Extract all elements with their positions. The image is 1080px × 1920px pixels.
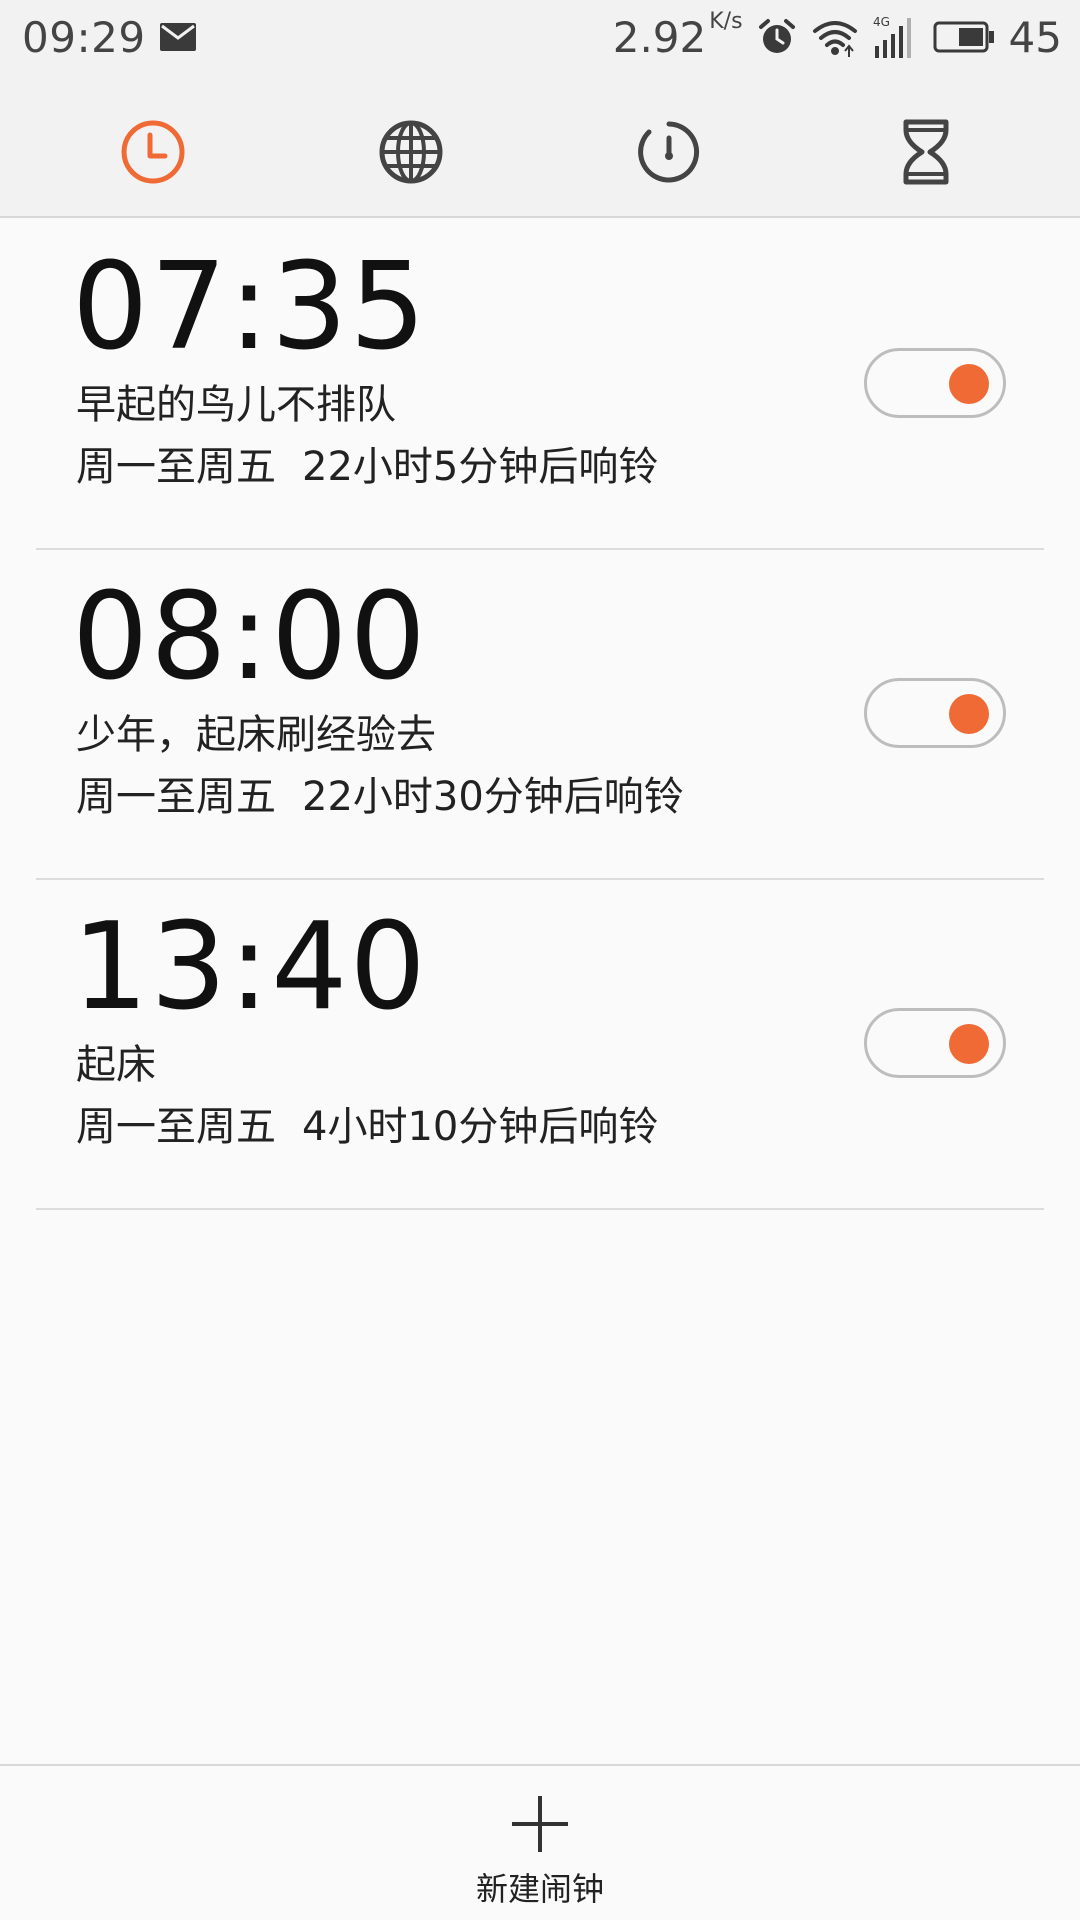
alarm-time: 13:40 bbox=[72, 898, 428, 1037]
plus-icon bbox=[510, 1794, 570, 1858]
status-bar: 09:29 2.92 K/s 4G 45 bbox=[0, 0, 1080, 74]
tab-bar bbox=[0, 74, 1080, 218]
alarm-toggle[interactable] bbox=[864, 348, 1006, 418]
alarm-toggle[interactable] bbox=[864, 678, 1006, 748]
battery-icon bbox=[933, 20, 995, 54]
alarm-label: 少年，起床刷经验去 bbox=[76, 712, 436, 758]
hourglass-icon bbox=[892, 118, 960, 186]
alarm-time: 07:35 bbox=[72, 238, 428, 377]
network-speed-value: 2.92 bbox=[612, 12, 707, 62]
alarm-repeat: 周一至周五 bbox=[76, 774, 276, 820]
alarm-schedule: 周一至周五 22小时30分钟后响铃 bbox=[76, 772, 684, 822]
alarm-countdown: 4小时10分钟后响铃 bbox=[302, 1104, 659, 1150]
toggle-knob bbox=[949, 364, 989, 404]
network-speed: 2.92 K/s bbox=[612, 9, 743, 62]
signal-icon: 4G bbox=[873, 16, 919, 58]
stopwatch-icon bbox=[635, 118, 703, 186]
status-time: 09:29 bbox=[22, 12, 146, 62]
alarm-repeat: 周一至周五 bbox=[76, 444, 276, 490]
alarm-item[interactable]: 08:00 少年，起床刷经验去 周一至周五 22小时30分钟后响铃 bbox=[36, 550, 1044, 880]
toggle-knob bbox=[949, 694, 989, 734]
alarm-toggle[interactable] bbox=[864, 1008, 1006, 1078]
alarm-countdown: 22小时30分钟后响铃 bbox=[302, 774, 684, 820]
tab-alarm[interactable] bbox=[111, 110, 195, 194]
toggle-knob bbox=[949, 1024, 989, 1064]
tab-world-clock[interactable] bbox=[369, 110, 453, 194]
alarm-countdown: 22小时5分钟后响铃 bbox=[302, 444, 659, 490]
network-type-label: 4G bbox=[873, 16, 890, 29]
clock-icon bbox=[119, 118, 187, 186]
tab-stopwatch[interactable] bbox=[627, 110, 711, 194]
battery-level: 45 bbox=[1008, 12, 1062, 62]
new-alarm-label: 新建闹钟 bbox=[475, 1870, 604, 1908]
network-speed-unit: K/s bbox=[709, 8, 743, 34]
wifi-icon bbox=[811, 17, 859, 57]
globe-icon bbox=[377, 118, 445, 186]
bottom-bar: 新建闹钟 bbox=[0, 1764, 1080, 1920]
alarm-repeat: 周一至周五 bbox=[76, 1104, 276, 1150]
alarm-label: 起床 bbox=[76, 1042, 156, 1088]
new-alarm-button[interactable]: 新建闹钟 bbox=[440, 1786, 640, 1914]
mail-icon bbox=[159, 23, 196, 51]
alarm-clock-icon bbox=[757, 17, 797, 57]
alarm-item[interactable]: 13:40 起床 周一至周五 4小时10分钟后响铃 bbox=[36, 880, 1044, 1210]
alarm-schedule: 周一至周五 22小时5分钟后响铃 bbox=[76, 442, 658, 492]
alarm-time: 08:00 bbox=[72, 568, 428, 707]
status-bar-right: 2.92 K/s 4G 45 bbox=[613, 0, 1062, 74]
alarm-schedule: 周一至周五 4小时10分钟后响铃 bbox=[76, 1102, 658, 1152]
status-bar-left: 09:29 bbox=[22, 0, 196, 74]
alarm-item[interactable]: 07:35 早起的鸟儿不排队 周一至周五 22小时5分钟后响铃 bbox=[36, 220, 1044, 550]
tab-timer[interactable] bbox=[884, 110, 968, 194]
alarm-label: 早起的鸟儿不排队 bbox=[76, 382, 396, 428]
